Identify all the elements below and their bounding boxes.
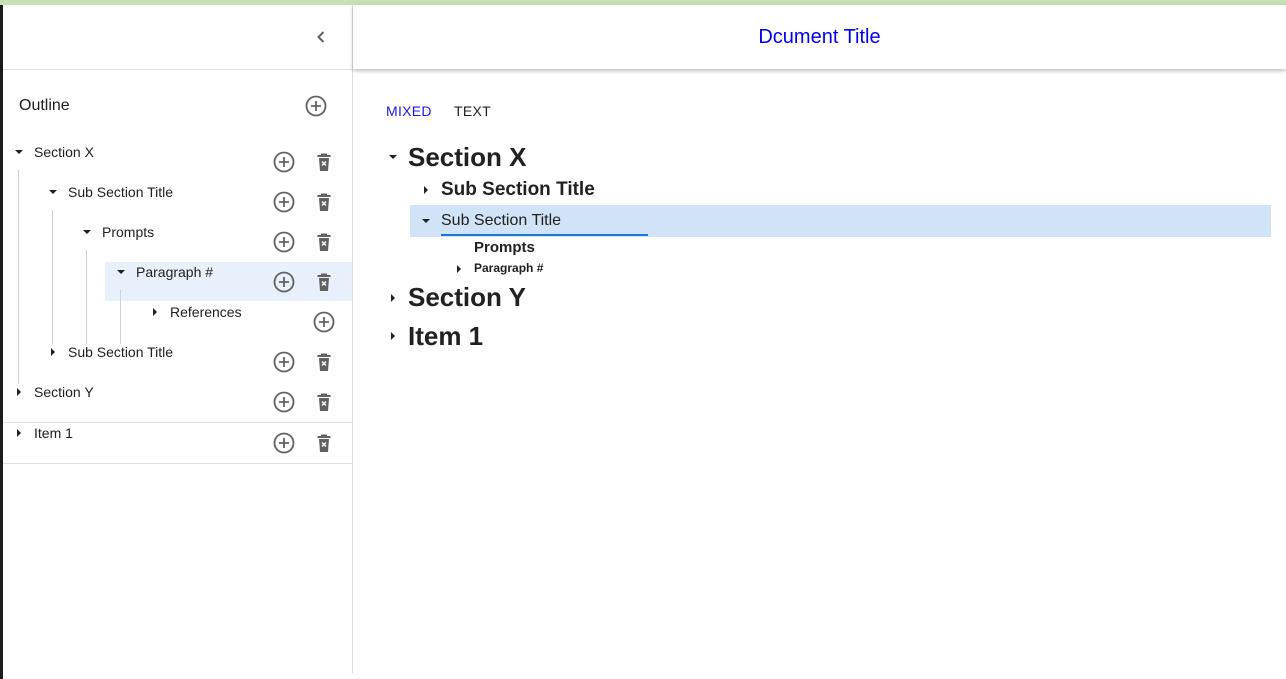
delete-forever-icon[interactable] — [312, 230, 336, 254]
tab-mixed[interactable]: MIXED — [386, 103, 432, 119]
tree-guide-line — [86, 250, 87, 344]
caret-down-icon[interactable] — [13, 146, 25, 158]
add-circle-icon[interactable] — [272, 350, 296, 374]
add-circle-icon[interactable] — [272, 150, 296, 174]
caret-right-icon[interactable] — [453, 263, 465, 275]
add-circle-icon[interactable] — [272, 431, 296, 455]
tree-item-section-x[interactable]: Section X — [34, 144, 94, 160]
tree-item-item-1[interactable]: Item 1 — [34, 425, 73, 441]
tree-divider — [3, 463, 352, 464]
add-circle-icon[interactable] — [312, 310, 336, 334]
caret-down-icon[interactable] — [115, 266, 127, 278]
caret-right-icon[interactable] — [47, 346, 59, 358]
chevron-left-icon[interactable] — [309, 25, 333, 49]
delete-forever-icon[interactable] — [312, 190, 336, 214]
sidebar-header — [3, 5, 352, 70]
heading-sub-section[interactable]: Sub Section Title — [441, 179, 595, 201]
heading-item-1[interactable]: Item 1 — [408, 321, 483, 352]
heading-section-x[interactable]: Section X — [408, 142, 526, 173]
tree-divider — [3, 422, 352, 423]
add-circle-icon[interactable] — [272, 190, 296, 214]
delete-forever-icon[interactable] — [312, 390, 336, 414]
add-circle-icon[interactable] — [272, 270, 296, 294]
tree-guide-line — [52, 210, 53, 344]
caret-down-icon[interactable] — [420, 215, 432, 227]
heading-edit-input[interactable] — [441, 208, 648, 236]
caret-right-icon[interactable] — [13, 427, 25, 439]
heading-prompts[interactable]: Prompts — [474, 239, 535, 256]
outline-heading: Outline — [19, 97, 70, 114]
add-outline-item-icon[interactable] — [304, 94, 328, 118]
add-circle-icon[interactable] — [272, 390, 296, 414]
caret-down-icon[interactable] — [47, 186, 59, 198]
delete-forever-icon[interactable] — [312, 270, 336, 294]
delete-forever-icon[interactable] — [312, 150, 336, 174]
delete-forever-icon[interactable] — [312, 431, 336, 455]
tree-item-sub-section[interactable]: Sub Section Title — [68, 184, 173, 200]
tab-text[interactable]: TEXT — [454, 103, 491, 119]
tree-item-section-y[interactable]: Section Y — [34, 384, 94, 400]
heading-section-y[interactable]: Section Y — [408, 282, 526, 313]
add-circle-icon[interactable] — [272, 230, 296, 254]
tree-item-prompts[interactable]: Prompts — [102, 224, 154, 240]
delete-forever-icon[interactable] — [312, 350, 336, 374]
heading-paragraph[interactable]: Paragraph # — [474, 261, 543, 275]
document-app-bar: Dcument Title — [353, 5, 1286, 69]
tree-item-references[interactable]: References — [170, 304, 242, 320]
tree-guide-line — [18, 170, 19, 384]
caret-right-icon[interactable] — [13, 386, 25, 398]
tree-guide-line — [120, 290, 121, 344]
caret-right-icon[interactable] — [420, 184, 432, 196]
caret-right-icon[interactable] — [387, 330, 399, 342]
caret-right-icon[interactable] — [387, 292, 399, 304]
caret-down-icon[interactable] — [81, 226, 93, 238]
tree-item-paragraph[interactable]: Paragraph # — [136, 264, 213, 280]
caret-down-icon[interactable] — [387, 151, 399, 163]
caret-right-icon[interactable] — [149, 306, 161, 318]
tree-item-sub-section[interactable]: Sub Section Title — [68, 344, 173, 360]
document-title[interactable]: Dcument Title — [353, 5, 1286, 69]
